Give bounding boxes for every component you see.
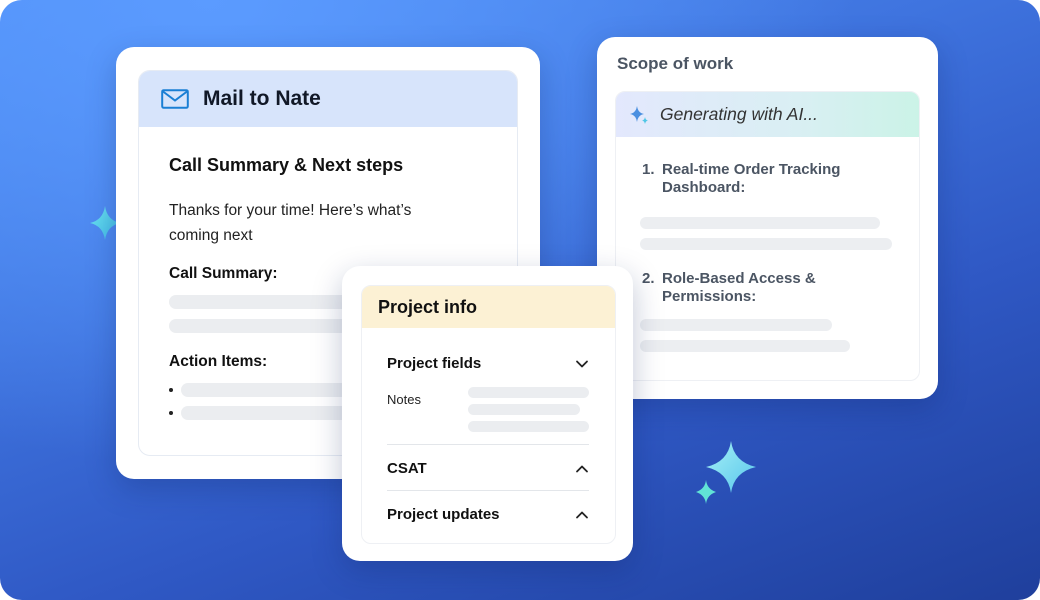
- ai-sparkle-icon: [630, 105, 648, 124]
- project-updates-label: Project updates: [387, 506, 500, 523]
- background: Mail to Nate Call Summary & Next steps T…: [0, 0, 1040, 600]
- mail-subject: Call Summary & Next steps: [169, 155, 404, 175]
- csat-label: CSAT: [387, 460, 427, 477]
- ai-generating-text: Generating with AI...: [660, 104, 818, 124]
- divider: [387, 444, 589, 445]
- project-fields-label: Project fields: [387, 355, 482, 372]
- placeholder-line: [640, 217, 880, 229]
- mail-icon: [161, 89, 189, 109]
- placeholder-line: [468, 404, 580, 415]
- chevron-up-icon: [576, 465, 588, 472]
- project-title: Project info: [378, 296, 478, 317]
- mail-title: Mail to Nate: [203, 87, 321, 110]
- placeholder-line: [468, 387, 589, 398]
- scope-card: Scope of work Generating with AI... 1. R…: [597, 37, 938, 399]
- chevron-down-icon: [576, 360, 588, 367]
- scope-list: 1. Real-time Order Tracking Dashboard: 2…: [616, 137, 919, 352]
- mail-header: Mail to Nate: [139, 71, 517, 127]
- scope-item: 1. Real-time Order Tracking Dashboard:: [642, 161, 895, 197]
- placeholder-line: [640, 319, 832, 331]
- project-panel: Project info Project fields Notes CSAT P…: [361, 285, 616, 544]
- scope-item: 2. Role-Based Access & Permissions:: [642, 270, 895, 306]
- project-fields-toggle[interactable]: Project fields: [387, 355, 589, 372]
- csat-toggle[interactable]: CSAT: [387, 460, 589, 477]
- chevron-up-icon: [576, 511, 588, 518]
- project-header: Project info: [362, 286, 615, 328]
- scope-item-number: 1.: [642, 161, 655, 178]
- mail-message: Thanks for your time! Here’s what’s comi…: [169, 202, 412, 244]
- placeholder-line: [468, 421, 589, 432]
- scope-item-text: Role-Based Access & Permissions:: [662, 270, 816, 305]
- scope-item-text: Real-time Order Tracking Dashboard:: [662, 161, 841, 196]
- placeholder-line: [640, 238, 892, 250]
- project-updates-toggle[interactable]: Project updates: [387, 506, 589, 523]
- project-card: Project info Project fields Notes CSAT P…: [342, 266, 633, 561]
- scope-item-number: 2.: [642, 270, 655, 287]
- placeholder-line: [640, 340, 850, 352]
- ai-generating-bar: Generating with AI...: [616, 92, 919, 137]
- bullet-icon: [169, 388, 173, 392]
- scope-title: Scope of work: [617, 54, 734, 73]
- sparkle-icon: [696, 441, 756, 504]
- divider: [387, 490, 589, 491]
- scope-panel: Generating with AI... 1. Real-time Order…: [615, 91, 920, 381]
- notes-label: Notes: [387, 392, 421, 407]
- bullet-icon: [169, 411, 173, 415]
